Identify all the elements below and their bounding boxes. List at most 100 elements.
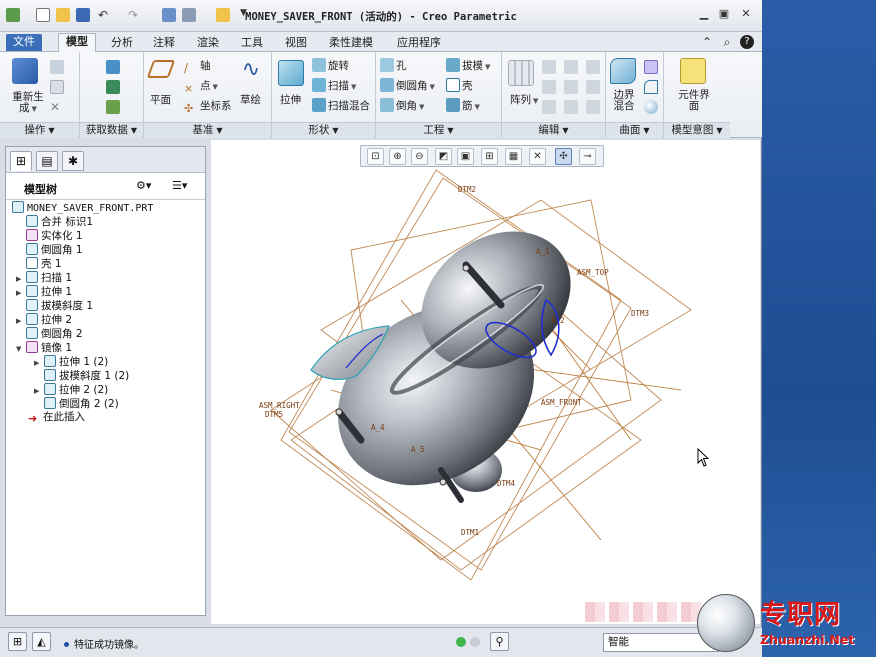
annotation-display-icon[interactable]: ⊸ <box>579 148 596 165</box>
group-label-editing[interactable]: 编辑 ▼ <box>502 122 605 138</box>
plane-button[interactable]: 平面 <box>150 92 171 107</box>
group-label-datum[interactable]: 基准 ▼ <box>144 122 271 138</box>
tree-item-round-2[interactable]: 倒圆角 2 <box>26 327 83 341</box>
show-icon[interactable]: ☰▾ <box>172 179 187 192</box>
tab-view[interactable]: 视图 <box>278 35 314 52</box>
style-icon[interactable] <box>644 80 658 94</box>
tree-item-extrude-2-copy[interactable]: ▶ 拉伸 2 (2) <box>34 383 108 397</box>
chamfer-button[interactable]: 倒角 ▼ <box>380 98 424 113</box>
thicken-icon[interactable] <box>564 100 578 114</box>
find-icon[interactable]: ⚲ <box>490 632 509 651</box>
regenerate-icon[interactable] <box>12 58 38 84</box>
component-interface-button[interactable]: 元件界面 <box>678 90 710 112</box>
view-manager-icon[interactable]: ▦ <box>505 148 522 165</box>
copy-icon[interactable] <box>50 60 64 74</box>
maximize-button[interactable]: ▣ <box>716 8 732 21</box>
tree-item-round-1[interactable]: 倒圆角 1 <box>26 243 83 257</box>
tab-flexible-modeling[interactable]: 柔性建模 <box>322 35 380 52</box>
search-icon[interactable]: ⌕ <box>720 35 734 49</box>
shrinkwrap-icon[interactable] <box>106 100 120 114</box>
refit-icon[interactable]: ⊡ <box>367 148 384 165</box>
merge-icon[interactable] <box>564 60 578 74</box>
favorites-tab-icon[interactable]: ✱ <box>62 151 84 171</box>
rib-button[interactable]: 筋 ▼ <box>446 98 480 113</box>
csys-button[interactable]: ✣ 坐标系 <box>184 98 232 116</box>
project-icon[interactable] <box>542 100 556 114</box>
tree-item-draft-1-copy[interactable]: 拔模斜度 1 (2) <box>44 369 129 383</box>
group-label-operations[interactable]: 操作 ▼ <box>0 122 79 138</box>
solidify-icon[interactable] <box>586 100 600 114</box>
mirror-icon[interactable] <box>542 60 556 74</box>
tree-item-merge[interactable]: 合并 标识1 <box>26 215 93 229</box>
browser-toggle-icon[interactable]: ◭ <box>32 632 51 651</box>
component-interface-icon[interactable] <box>680 58 706 84</box>
collapse-icon[interactable]: ▼ <box>16 343 26 356</box>
tree-item-solidify[interactable]: 实体化 1 <box>26 229 83 243</box>
regenerate-button[interactable]: 重新生成 ▼ <box>8 92 48 115</box>
trim-icon[interactable] <box>586 60 600 74</box>
tree-item-mirror[interactable]: ▼ 镜像 1 <box>16 341 72 355</box>
boundary-blend-icon[interactable] <box>610 58 636 84</box>
shell-button[interactable]: 壳 <box>446 78 473 93</box>
sweep-button[interactable]: 扫描 ▼ <box>312 78 356 93</box>
fill-icon[interactable] <box>644 60 658 74</box>
tab-applications[interactable]: 应用程序 <box>390 35 448 52</box>
group-label-shapes[interactable]: 形状 ▼ <box>272 122 375 138</box>
tab-render[interactable]: 渲染 <box>190 35 226 52</box>
saved-orientations-icon[interactable]: ⊞ <box>481 148 498 165</box>
tree-item-extrude-2[interactable]: ▶ 拉伸 2 <box>16 313 72 327</box>
extend-icon[interactable] <box>542 80 556 94</box>
extrude-icon[interactable] <box>278 60 304 86</box>
tab-model[interactable]: 模型 <box>58 33 96 52</box>
tab-tools[interactable]: 工具 <box>234 35 270 52</box>
tree-item-extrude-1[interactable]: ▶ 拉伸 1 <box>16 285 72 299</box>
model-tree-tab-icon[interactable]: ⊞ <box>10 151 32 171</box>
group-label-model-intent[interactable]: 模型意图 ▼ <box>664 122 730 138</box>
draft-button[interactable]: 拔模 ▼ <box>446 58 490 73</box>
copy-geometry-icon[interactable] <box>106 80 120 94</box>
tree-item-insert-here[interactable]: ➜ 在此插入 <box>28 411 85 425</box>
sketch-button[interactable]: 草绘 <box>240 92 261 107</box>
close-button[interactable]: ✕ <box>738 8 754 21</box>
tab-file[interactable]: 文件 <box>6 34 42 51</box>
boundary-blend-button[interactable]: 边界混合 <box>610 90 638 112</box>
expand-icon[interactable]: ▶ <box>34 385 44 398</box>
datum-display-filters-icon[interactable]: ✕ <box>529 148 546 165</box>
plane-icon[interactable] <box>146 60 176 78</box>
freestyle-icon[interactable] <box>644 100 658 114</box>
minimize-button[interactable]: ▁ <box>696 8 712 21</box>
group-label-engineering[interactable]: 工程 ▼ <box>376 122 501 138</box>
tab-annotate[interactable]: 注释 <box>146 35 182 52</box>
model-view[interactable]: DTM2 ASM_TOP DTM3 A_1 A_2 ASM_RIGHT DTM5… <box>211 140 760 624</box>
paste-icon[interactable] <box>50 80 64 94</box>
point-button[interactable]: × 点 ▼ <box>184 78 218 96</box>
zoom-out-icon[interactable]: ⊖ <box>411 148 428 165</box>
expand-icon[interactable]: ▶ <box>16 315 26 328</box>
tree-item-sweep[interactable]: ▶ 扫描 1 <box>16 271 72 285</box>
revolve-button[interactable]: 旋转 <box>312 58 349 73</box>
pattern-button[interactable]: 阵列 ▼ <box>510 92 538 107</box>
navigator-toggle-icon[interactable]: ⊞ <box>8 632 27 651</box>
spin-center-icon[interactable]: ✣ <box>555 148 572 165</box>
delete-icon[interactable]: ✕ <box>50 100 64 114</box>
display-style-icon[interactable]: ▣ <box>457 148 474 165</box>
sketch-icon[interactable]: ∿ <box>238 58 264 84</box>
extrude-button[interactable]: 拉伸 <box>280 92 301 107</box>
round-button[interactable]: 倒圆角 ▼ <box>380 78 435 93</box>
swept-blend-button[interactable]: 扫描混合 <box>312 98 370 113</box>
tree-item-round-2-copy[interactable]: 倒圆角 2 (2) <box>44 397 119 411</box>
tree-item-extrude-1-copy[interactable]: ▶ 拉伸 1 (2) <box>34 355 108 369</box>
group-label-get-data[interactable]: 获取数据 ▼ <box>80 122 143 138</box>
pattern-icon[interactable] <box>508 60 534 86</box>
settings-icon[interactable]: ⚙▾ <box>136 179 151 192</box>
expand-icon[interactable]: ▶ <box>34 357 44 370</box>
group-label-surfaces[interactable]: 曲面 ▼ <box>606 122 663 138</box>
tree-item-root[interactable]: MONEY_SAVER_FRONT.PRT <box>12 201 153 215</box>
tree-item-shell[interactable]: 壳 1 <box>26 257 62 271</box>
help-icon[interactable]: ? <box>740 35 754 49</box>
folder-browser-tab-icon[interactable]: ▤ <box>36 151 58 171</box>
intersect-icon[interactable] <box>586 80 600 94</box>
offset-icon[interactable] <box>564 80 578 94</box>
expand-icon[interactable]: ▶ <box>16 287 26 300</box>
axis-button[interactable]: / 轴 <box>184 58 211 75</box>
